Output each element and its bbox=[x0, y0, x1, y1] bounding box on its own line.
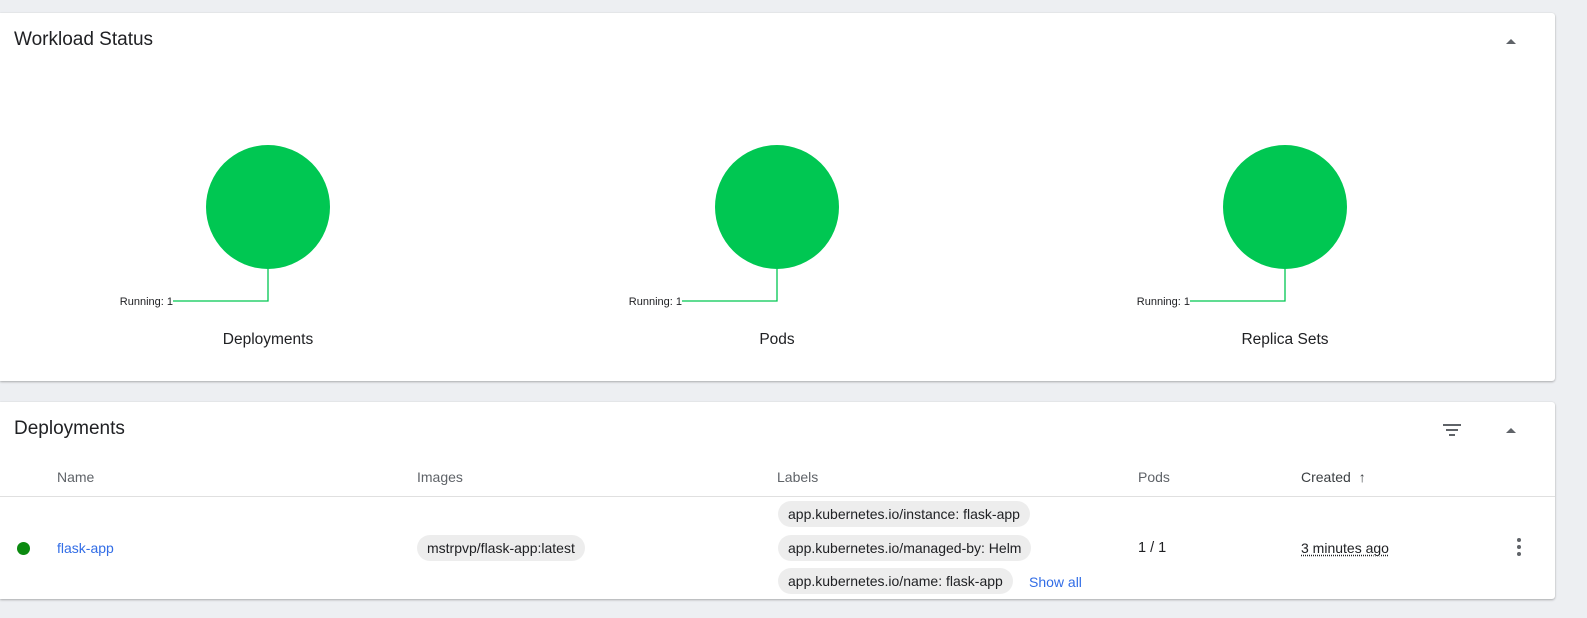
pods-chart: Running: 1 bbox=[629, 145, 839, 308]
pods-chart-caption: Pods bbox=[759, 331, 795, 348]
deployment-name-link[interactable]: flask-app bbox=[57, 540, 114, 556]
column-header-images: Images bbox=[417, 469, 463, 485]
replica-sets-chart: Running: 1 bbox=[1137, 145, 1347, 308]
deployments-card: Deployments Name Images Labels Pods Crea… bbox=[0, 402, 1555, 599]
table-header-divider bbox=[0, 496, 1555, 497]
running-legend-label: Running: 1 bbox=[1137, 296, 1190, 308]
column-header-name[interactable]: Name bbox=[57, 469, 94, 485]
workload-status-card: Workload Status Running: 1 Running: 1 Ru… bbox=[0, 13, 1555, 381]
deployments-title: Deployments bbox=[14, 418, 125, 439]
deployments-chart: Running: 1 bbox=[120, 145, 330, 308]
label-chip: app.kubernetes.io/instance: flask-app bbox=[778, 501, 1030, 527]
column-header-created-label: Created bbox=[1301, 469, 1351, 485]
running-slice bbox=[715, 145, 839, 269]
replica-sets-chart-caption: Replica Sets bbox=[1241, 331, 1329, 348]
filter-button[interactable] bbox=[1438, 416, 1466, 444]
column-header-pods: Pods bbox=[1138, 469, 1170, 485]
more-vert-icon[interactable] bbox=[1507, 532, 1531, 562]
image-chip: mstrpvp/flask-app:latest bbox=[417, 535, 585, 561]
show-all-labels-link[interactable]: Show all bbox=[1029, 574, 1082, 590]
legend-leader-line bbox=[682, 269, 778, 302]
legend-leader-line bbox=[173, 269, 269, 302]
pods-count: 1 / 1 bbox=[1138, 540, 1167, 556]
running-slice bbox=[206, 145, 330, 269]
created-time: 3 minutes ago bbox=[1301, 540, 1389, 556]
running-slice bbox=[1223, 145, 1347, 269]
deployments-chart-caption: Deployments bbox=[222, 331, 314, 348]
label-chip: app.kubernetes.io/managed-by: Helm bbox=[778, 535, 1032, 561]
workload-charts: Running: 1 Running: 1 Running: 1 bbox=[120, 145, 1347, 308]
column-header-created[interactable]: Created ↑ bbox=[1301, 469, 1366, 485]
legend-leader-line bbox=[1190, 269, 1286, 302]
running-legend-label: Running: 1 bbox=[120, 296, 173, 308]
collapse-deployments-button[interactable] bbox=[1497, 416, 1525, 444]
label-chip: app.kubernetes.io/name: flask-app bbox=[778, 568, 1013, 594]
status-running-icon bbox=[17, 542, 30, 555]
caret-up-icon bbox=[1506, 427, 1516, 433]
filter-list-icon bbox=[1443, 424, 1461, 436]
column-header-labels: Labels bbox=[777, 469, 819, 485]
running-legend-label: Running: 1 bbox=[629, 296, 682, 308]
sort-arrow-up-icon: ↑ bbox=[1358, 469, 1366, 485]
